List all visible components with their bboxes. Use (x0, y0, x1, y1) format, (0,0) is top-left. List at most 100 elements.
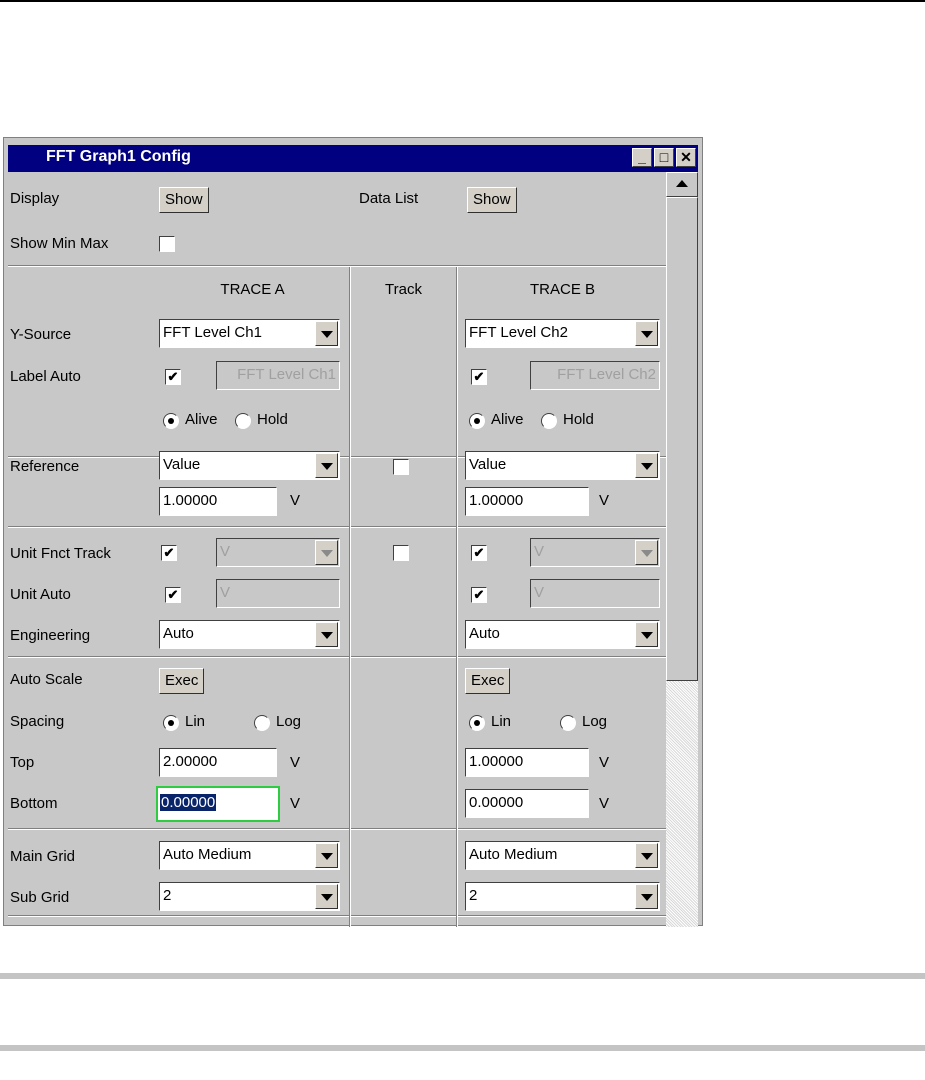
field-value: FFT Level Ch1 (237, 366, 336, 383)
trace-a-reference-value-field[interactable]: 1.00000 (159, 487, 277, 516)
chevron-down-icon[interactable] (635, 453, 658, 478)
trace-a-unit-fnct-select[interactable]: V (216, 538, 340, 567)
sub-grid-label: Sub Grid (10, 889, 70, 906)
field-value: 1.00000 (163, 492, 218, 509)
trace-b-spacing-log-radio[interactable] (560, 715, 576, 731)
trace-a-top-field[interactable]: 2.00000 (159, 748, 277, 777)
trace-b-unit-fnct-track-checkbox[interactable]: ✔ (471, 545, 487, 561)
chevron-down-icon[interactable] (315, 453, 338, 478)
trace-b-reference-value-field[interactable]: 1.00000 (465, 487, 589, 516)
trace-a-auto-scale-exec-button[interactable]: Exec (159, 668, 205, 694)
scroll-up-button[interactable] (666, 172, 698, 197)
display-label: Display (10, 190, 60, 207)
column-divider (349, 267, 351, 927)
chevron-down-icon[interactable] (635, 540, 658, 565)
trace-b-hold-radio[interactable] (541, 413, 557, 429)
trace-a-reference-select[interactable]: Value (159, 451, 340, 480)
field-value: V (220, 584, 231, 601)
chevron-down-icon[interactable] (315, 540, 338, 565)
select-value: V (220, 543, 231, 560)
chevron-down-icon[interactable] (635, 622, 658, 647)
trace-a-unit-field[interactable]: V (216, 579, 340, 608)
trace-b-reference-select[interactable]: Value (465, 451, 660, 480)
trace-b-unit-field[interactable]: V (530, 579, 660, 608)
lin-label: Lin (185, 713, 206, 730)
bottom-label: Bottom (10, 795, 58, 812)
trace-a-unit-auto-checkbox[interactable]: ✔ (165, 587, 181, 603)
engineering-label: Engineering (10, 627, 91, 644)
minimize-icon: _ (638, 149, 646, 165)
show-min-max-checkbox[interactable] (159, 236, 175, 252)
spacing-label: Spacing (10, 713, 65, 730)
separator-rule (0, 1045, 925, 1051)
trace-a-main-grid-select[interactable]: Auto Medium (159, 841, 340, 870)
trace-b-label-field[interactable]: FFT Level Ch2 (530, 361, 660, 390)
field-value: 1.00000 (469, 753, 524, 770)
track-reference-checkbox[interactable] (393, 459, 409, 475)
field-value: 0.00000 (160, 794, 217, 811)
close-icon: ✕ (680, 149, 692, 165)
minimize-button[interactable]: _ (632, 148, 652, 167)
vertical-scrollbar[interactable] (666, 172, 698, 927)
trace-b-sub-grid-select[interactable]: 2 (465, 882, 660, 911)
show-min-max-label: Show Min Max (10, 235, 109, 252)
trace-a-y-source-select[interactable]: FFT Level Ch1 (159, 319, 340, 348)
trace-b-top-field[interactable]: 1.00000 (465, 748, 589, 777)
trace-a-unit-fnct-track-checkbox[interactable]: ✔ (161, 545, 177, 561)
scroll-thumb[interactable] (666, 197, 698, 681)
trace-a-hold-radio[interactable] (235, 413, 251, 429)
trace-b-main-grid-select[interactable]: Auto Medium (465, 841, 660, 870)
chevron-down-icon[interactable] (635, 321, 658, 346)
title-bar[interactable]: FFT Graph1 Config _ □ ✕ (8, 145, 698, 172)
top-label: Top (10, 754, 35, 771)
field-value: 0.00000 (469, 794, 524, 811)
trace-a-label-field[interactable]: FFT Level Ch1 (216, 361, 340, 390)
chevron-down-icon[interactable] (315, 884, 338, 909)
chevron-down-icon[interactable] (315, 622, 338, 647)
config-panel: Display Show Data List Show Show Min Max… (8, 172, 666, 927)
maximize-icon: □ (659, 149, 669, 165)
column-divider (456, 267, 458, 927)
window-title: FFT Graph1 Config (46, 148, 191, 165)
select-value: Auto (163, 625, 194, 642)
track-unit-fnct-checkbox[interactable] (393, 545, 409, 561)
trace-a-engineering-select[interactable]: Auto (159, 620, 340, 649)
unit-fnct-track-label: Unit Fnct Track (10, 545, 111, 562)
top-rule (0, 0, 925, 2)
data-list-show-button[interactable]: Show (467, 187, 517, 213)
chevron-down-icon[interactable] (315, 321, 338, 346)
trace-b-label-auto-checkbox[interactable]: ✔ (471, 369, 487, 385)
chevron-down-icon[interactable] (635, 843, 658, 868)
field-value: 2.00000 (163, 753, 218, 770)
trace-b-header: TRACE B (529, 281, 595, 298)
unit-label: V (290, 795, 301, 812)
display-show-button[interactable]: Show (159, 187, 209, 213)
separator (8, 265, 666, 267)
trace-b-auto-scale-exec-button[interactable]: Exec (465, 668, 511, 694)
alive-label: Alive (185, 411, 218, 428)
trace-a-spacing-lin-radio[interactable] (163, 715, 179, 731)
trace-a-sub-grid-select[interactable]: 2 (159, 882, 340, 911)
chevron-down-icon[interactable] (635, 884, 658, 909)
trace-b-y-source-select[interactable]: FFT Level Ch2 (465, 319, 660, 348)
trace-a-alive-radio[interactable] (163, 413, 179, 429)
trace-b-spacing-lin-radio[interactable] (469, 715, 485, 731)
trace-a-label-auto-checkbox[interactable]: ✔ (165, 369, 181, 385)
trace-a-bottom-field[interactable]: 0.00000 (156, 786, 280, 822)
fft-graph-config-window: FFT Graph1 Config _ □ ✕ Display Show Dat… (3, 137, 703, 927)
select-value: 2 (469, 887, 478, 904)
select-value: FFT Level Ch1 (163, 324, 262, 341)
trace-b-unit-auto-checkbox[interactable]: ✔ (471, 587, 487, 603)
trace-b-engineering-select[interactable]: Auto (465, 620, 660, 649)
alive-label: Alive (491, 411, 524, 428)
unit-label: V (290, 492, 301, 509)
trace-b-alive-radio[interactable] (469, 413, 485, 429)
select-value: Value (469, 456, 507, 473)
maximize-button[interactable]: □ (654, 148, 674, 167)
close-button[interactable]: ✕ (676, 148, 696, 167)
trace-b-unit-fnct-select[interactable]: V (530, 538, 660, 567)
track-header: Track (385, 281, 422, 298)
trace-a-spacing-log-radio[interactable] (254, 715, 270, 731)
chevron-down-icon[interactable] (315, 843, 338, 868)
trace-b-bottom-field[interactable]: 0.00000 (465, 789, 589, 818)
